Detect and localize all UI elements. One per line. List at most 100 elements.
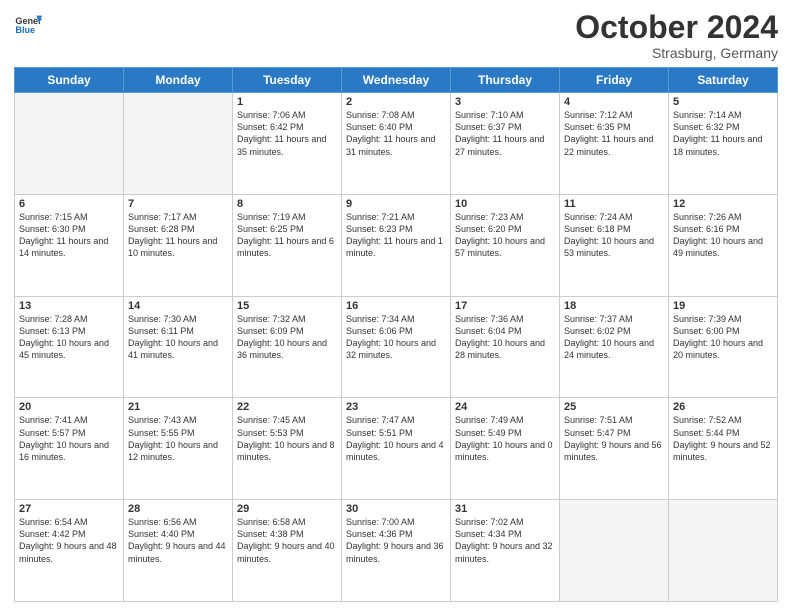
calendar-cell-2-4: 9Sunrise: 7:21 AMSunset: 6:23 PMDaylight… bbox=[342, 194, 451, 296]
day-header-tuesday: Tuesday bbox=[233, 68, 342, 93]
day-number: 11 bbox=[564, 198, 664, 210]
cell-details: Sunrise: 7:43 AMSunset: 5:55 PMDaylight:… bbox=[128, 414, 228, 463]
calendar-cell-4-2: 21Sunrise: 7:43 AMSunset: 5:55 PMDayligh… bbox=[124, 398, 233, 500]
day-number: 27 bbox=[19, 503, 119, 515]
day-number: 13 bbox=[19, 300, 119, 312]
day-number: 2 bbox=[346, 96, 446, 108]
day-number: 4 bbox=[564, 96, 664, 108]
day-number: 10 bbox=[455, 198, 555, 210]
calendar-cell-3-7: 19Sunrise: 7:39 AMSunset: 6:00 PMDayligh… bbox=[669, 296, 778, 398]
day-number: 21 bbox=[128, 401, 228, 413]
calendar-cell-4-1: 20Sunrise: 7:41 AMSunset: 5:57 PMDayligh… bbox=[15, 398, 124, 500]
calendar-cell-1-5: 3Sunrise: 7:10 AMSunset: 6:37 PMDaylight… bbox=[451, 93, 560, 195]
cell-details: Sunrise: 7:21 AMSunset: 6:23 PMDaylight:… bbox=[346, 211, 446, 260]
calendar-cell-1-4: 2Sunrise: 7:08 AMSunset: 6:40 PMDaylight… bbox=[342, 93, 451, 195]
calendar-cell-2-5: 10Sunrise: 7:23 AMSunset: 6:20 PMDayligh… bbox=[451, 194, 560, 296]
calendar-page: General Blue October 2024 Strasburg, Ger… bbox=[0, 0, 792, 612]
cell-details: Sunrise: 7:30 AMSunset: 6:11 PMDaylight:… bbox=[128, 313, 228, 362]
day-number: 15 bbox=[237, 300, 337, 312]
cell-details: Sunrise: 7:34 AMSunset: 6:06 PMDaylight:… bbox=[346, 313, 446, 362]
calendar-cell-2-2: 7Sunrise: 7:17 AMSunset: 6:28 PMDaylight… bbox=[124, 194, 233, 296]
cell-details: Sunrise: 7:08 AMSunset: 6:40 PMDaylight:… bbox=[346, 109, 446, 158]
day-header-thursday: Thursday bbox=[451, 68, 560, 93]
day-number: 3 bbox=[455, 96, 555, 108]
cell-details: Sunrise: 7:32 AMSunset: 6:09 PMDaylight:… bbox=[237, 313, 337, 362]
week-row-3: 13Sunrise: 7:28 AMSunset: 6:13 PMDayligh… bbox=[15, 296, 778, 398]
header: General Blue October 2024 Strasburg, Ger… bbox=[14, 10, 778, 61]
cell-details: Sunrise: 6:54 AMSunset: 4:42 PMDaylight:… bbox=[19, 516, 119, 565]
day-header-monday: Monday bbox=[124, 68, 233, 93]
day-number: 8 bbox=[237, 198, 337, 210]
day-number: 26 bbox=[673, 401, 773, 413]
cell-details: Sunrise: 7:12 AMSunset: 6:35 PMDaylight:… bbox=[564, 109, 664, 158]
cell-details: Sunrise: 7:47 AMSunset: 5:51 PMDaylight:… bbox=[346, 414, 446, 463]
cell-details: Sunrise: 7:36 AMSunset: 6:04 PMDaylight:… bbox=[455, 313, 555, 362]
cell-details: Sunrise: 7:14 AMSunset: 6:32 PMDaylight:… bbox=[673, 109, 773, 158]
calendar-cell-5-2: 28Sunrise: 6:56 AMSunset: 4:40 PMDayligh… bbox=[124, 500, 233, 602]
cell-details: Sunrise: 7:41 AMSunset: 5:57 PMDaylight:… bbox=[19, 414, 119, 463]
day-header-row: SundayMondayTuesdayWednesdayThursdayFrid… bbox=[15, 68, 778, 93]
calendar-cell-5-6 bbox=[560, 500, 669, 602]
cell-details: Sunrise: 7:23 AMSunset: 6:20 PMDaylight:… bbox=[455, 211, 555, 260]
calendar-cell-2-1: 6Sunrise: 7:15 AMSunset: 6:30 PMDaylight… bbox=[15, 194, 124, 296]
calendar-cell-5-4: 30Sunrise: 7:00 AMSunset: 4:36 PMDayligh… bbox=[342, 500, 451, 602]
day-number: 17 bbox=[455, 300, 555, 312]
calendar-cell-4-6: 25Sunrise: 7:51 AMSunset: 5:47 PMDayligh… bbox=[560, 398, 669, 500]
week-row-2: 6Sunrise: 7:15 AMSunset: 6:30 PMDaylight… bbox=[15, 194, 778, 296]
calendar-cell-3-4: 16Sunrise: 7:34 AMSunset: 6:06 PMDayligh… bbox=[342, 296, 451, 398]
calendar-cell-1-7: 5Sunrise: 7:14 AMSunset: 6:32 PMDaylight… bbox=[669, 93, 778, 195]
calendar-cell-3-2: 14Sunrise: 7:30 AMSunset: 6:11 PMDayligh… bbox=[124, 296, 233, 398]
calendar-table: SundayMondayTuesdayWednesdayThursdayFrid… bbox=[14, 67, 778, 602]
logo: General Blue bbox=[14, 10, 42, 38]
calendar-cell-3-6: 18Sunrise: 7:37 AMSunset: 6:02 PMDayligh… bbox=[560, 296, 669, 398]
cell-details: Sunrise: 7:24 AMSunset: 6:18 PMDaylight:… bbox=[564, 211, 664, 260]
day-number: 18 bbox=[564, 300, 664, 312]
cell-details: Sunrise: 7:45 AMSunset: 5:53 PMDaylight:… bbox=[237, 414, 337, 463]
svg-text:Blue: Blue bbox=[15, 25, 35, 35]
week-row-4: 20Sunrise: 7:41 AMSunset: 5:57 PMDayligh… bbox=[15, 398, 778, 500]
day-number: 14 bbox=[128, 300, 228, 312]
week-row-1: 1Sunrise: 7:06 AMSunset: 6:42 PMDaylight… bbox=[15, 93, 778, 195]
cell-details: Sunrise: 6:56 AMSunset: 4:40 PMDaylight:… bbox=[128, 516, 228, 565]
cell-details: Sunrise: 6:58 AMSunset: 4:38 PMDaylight:… bbox=[237, 516, 337, 565]
day-number: 31 bbox=[455, 503, 555, 515]
day-header-sunday: Sunday bbox=[15, 68, 124, 93]
calendar-cell-2-6: 11Sunrise: 7:24 AMSunset: 6:18 PMDayligh… bbox=[560, 194, 669, 296]
calendar-cell-3-5: 17Sunrise: 7:36 AMSunset: 6:04 PMDayligh… bbox=[451, 296, 560, 398]
cell-details: Sunrise: 7:06 AMSunset: 6:42 PMDaylight:… bbox=[237, 109, 337, 158]
calendar-cell-5-3: 29Sunrise: 6:58 AMSunset: 4:38 PMDayligh… bbox=[233, 500, 342, 602]
calendar-cell-5-7 bbox=[669, 500, 778, 602]
day-number: 23 bbox=[346, 401, 446, 413]
day-number: 29 bbox=[237, 503, 337, 515]
cell-details: Sunrise: 7:10 AMSunset: 6:37 PMDaylight:… bbox=[455, 109, 555, 158]
day-number: 30 bbox=[346, 503, 446, 515]
cell-details: Sunrise: 7:00 AMSunset: 4:36 PMDaylight:… bbox=[346, 516, 446, 565]
cell-details: Sunrise: 7:52 AMSunset: 5:44 PMDaylight:… bbox=[673, 414, 773, 463]
day-number: 28 bbox=[128, 503, 228, 515]
calendar-cell-1-1 bbox=[15, 93, 124, 195]
day-number: 9 bbox=[346, 198, 446, 210]
cell-details: Sunrise: 7:19 AMSunset: 6:25 PMDaylight:… bbox=[237, 211, 337, 260]
day-number: 22 bbox=[237, 401, 337, 413]
calendar-cell-4-5: 24Sunrise: 7:49 AMSunset: 5:49 PMDayligh… bbox=[451, 398, 560, 500]
calendar-cell-4-7: 26Sunrise: 7:52 AMSunset: 5:44 PMDayligh… bbox=[669, 398, 778, 500]
day-number: 24 bbox=[455, 401, 555, 413]
cell-details: Sunrise: 7:17 AMSunset: 6:28 PMDaylight:… bbox=[128, 211, 228, 260]
month-title: October 2024 bbox=[575, 10, 778, 45]
day-header-saturday: Saturday bbox=[669, 68, 778, 93]
cell-details: Sunrise: 7:02 AMSunset: 4:34 PMDaylight:… bbox=[455, 516, 555, 565]
cell-details: Sunrise: 7:37 AMSunset: 6:02 PMDaylight:… bbox=[564, 313, 664, 362]
day-number: 20 bbox=[19, 401, 119, 413]
cell-details: Sunrise: 7:28 AMSunset: 6:13 PMDaylight:… bbox=[19, 313, 119, 362]
day-number: 25 bbox=[564, 401, 664, 413]
calendar-cell-3-3: 15Sunrise: 7:32 AMSunset: 6:09 PMDayligh… bbox=[233, 296, 342, 398]
day-header-friday: Friday bbox=[560, 68, 669, 93]
day-number: 6 bbox=[19, 198, 119, 210]
cell-details: Sunrise: 7:51 AMSunset: 5:47 PMDaylight:… bbox=[564, 414, 664, 463]
calendar-cell-1-2 bbox=[124, 93, 233, 195]
week-row-5: 27Sunrise: 6:54 AMSunset: 4:42 PMDayligh… bbox=[15, 500, 778, 602]
logo-icon: General Blue bbox=[14, 10, 42, 38]
cell-details: Sunrise: 7:49 AMSunset: 5:49 PMDaylight:… bbox=[455, 414, 555, 463]
day-header-wednesday: Wednesday bbox=[342, 68, 451, 93]
day-number: 16 bbox=[346, 300, 446, 312]
